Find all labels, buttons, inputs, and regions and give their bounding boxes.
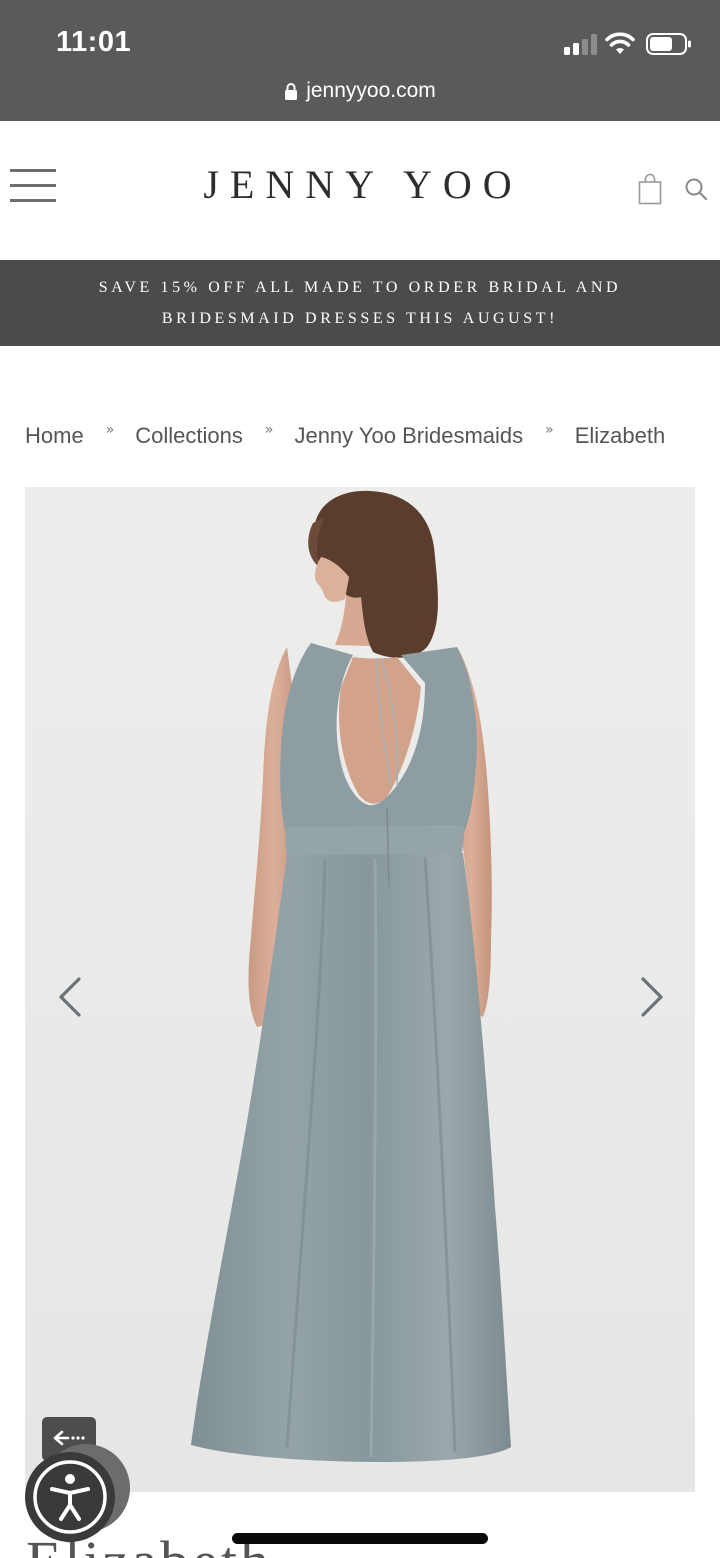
breadcrumb-elizabeth: Elizabeth [574, 423, 666, 448]
browser-top-bar: 11:01 jennyyoo.com [0, 0, 720, 121]
url-bar[interactable]: jennyyoo.com [0, 74, 720, 108]
breadcrumb-separator: » [545, 422, 554, 438]
status-time: 11:01 [56, 26, 132, 58]
accessibility-icon [33, 1460, 107, 1534]
site-header: JENNY YOO [0, 121, 720, 260]
chevron-left-icon[interactable] [52, 975, 92, 1019]
url-text: jennyyoo.com [306, 79, 436, 102]
breadcrumb-jenny-yoo-bridesmaids[interactable]: Jenny Yoo Bridesmaids [294, 423, 523, 449]
search-icon[interactable] [684, 177, 708, 201]
home-indicator[interactable] [232, 1533, 488, 1544]
dress-illustration [25, 487, 695, 1492]
breadcrumb-collections[interactable]: Collections [135, 423, 243, 449]
promo-line-1: SAVE 15% OFF ALL MADE TO ORDER BRIDAL AN… [98, 279, 622, 296]
product-image[interactable] [25, 487, 695, 1492]
site-logo[interactable]: JENNY YOO [0, 161, 720, 208]
promo-banner[interactable]: SAVE 15% OFF ALL MADE TO ORDER BRIDAL AN… [0, 260, 720, 346]
promo-line-2: BRIDESMAID DRESSES THIS AUGUST! [161, 310, 559, 327]
breadcrumb-home[interactable]: Home [25, 423, 84, 449]
cellular-signal-icon [564, 33, 598, 55]
wifi-icon [605, 32, 635, 54]
shopping-bag-icon[interactable] [638, 173, 662, 205]
lock-icon [285, 82, 298, 100]
breadcrumb: Home » Collections » Jenny Yoo Bridesmai… [25, 419, 665, 453]
chevron-right-icon[interactable] [630, 975, 670, 1019]
accessibility-button[interactable] [25, 1452, 115, 1542]
battery-icon [646, 33, 691, 55]
breadcrumb-separator: » [105, 422, 115, 438]
breadcrumb-separator: » [264, 422, 274, 438]
